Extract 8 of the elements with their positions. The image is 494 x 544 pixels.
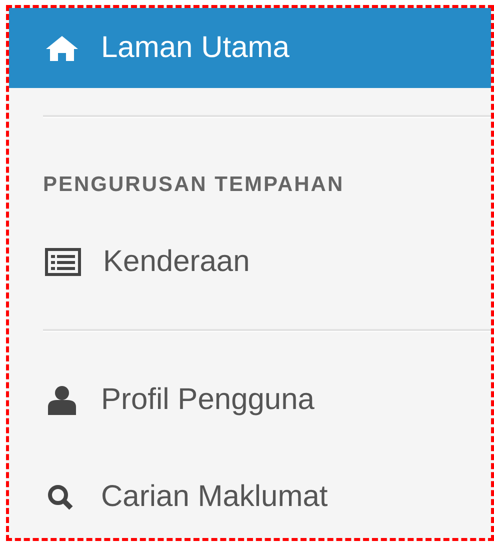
home-icon bbox=[45, 34, 79, 62]
nav-link[interactable]: Carian Maklumat bbox=[9, 457, 491, 537]
user-icon bbox=[45, 385, 79, 415]
list-icon bbox=[45, 248, 81, 276]
nav-link[interactable]: Laman Utama bbox=[9, 8, 491, 88]
nav-link[interactable]: Kenderaan bbox=[9, 222, 491, 302]
nav-link[interactable]: Profil Pengguna bbox=[9, 360, 491, 440]
section-heading: PENGURUSAN TEMPAHAN bbox=[43, 173, 346, 197]
